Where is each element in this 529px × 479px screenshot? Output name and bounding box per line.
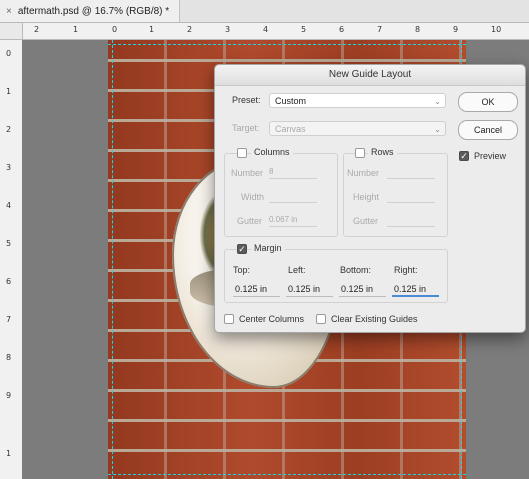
columns-label: Columns <box>251 147 293 157</box>
columns-width-field[interactable] <box>269 189 317 203</box>
rows-height-field[interactable] <box>387 189 435 203</box>
rows-gutter-label: Gutter <box>353 216 379 226</box>
ruler-origin[interactable] <box>0 23 23 40</box>
ruler-tick: 2 <box>187 25 193 34</box>
ruler-tick: 8 <box>6 353 12 362</box>
document-tab-bar: × aftermath.psd @ 16.7% (RGB/8) * <box>0 0 529 23</box>
columns-gutter-label: Gutter <box>237 216 263 226</box>
ruler-tick: 9 <box>453 25 459 34</box>
margin-top-label: Top: <box>233 265 251 275</box>
horizontal-ruler[interactable]: 2 1 0 1 2 3 4 5 6 7 8 9 10 <box>22 23 529 40</box>
ruler-tick: 0 <box>112 25 118 34</box>
ruler-tick: 6 <box>6 277 12 286</box>
chevron-down-icon: ⌄ <box>434 125 441 134</box>
ruler-tick: 8 <box>415 25 421 34</box>
ruler-tick: 2 <box>6 125 12 134</box>
ruler-tick: 2 <box>34 25 40 34</box>
new-guide-layout-dialog: New Guide Layout Preset: Custom ⌄ Target… <box>214 64 526 333</box>
center-columns-label: Center Columns <box>239 314 305 324</box>
margin-left-label: Left: <box>288 265 306 275</box>
ruler-tick: 9 <box>6 391 12 400</box>
target-label: Target: <box>232 123 260 133</box>
rows-height-label: Height <box>353 192 380 202</box>
clear-existing-guides-label: Clear Existing Guides <box>331 314 418 324</box>
ruler-tick: 4 <box>6 201 12 210</box>
columns-number-field[interactable]: 8 <box>269 165 317 179</box>
document-tab-title: aftermath.psd @ 16.7% (RGB/8) * <box>17 5 170 17</box>
ruler-tick: 1 <box>6 449 12 458</box>
ruler-tick: 6 <box>339 25 345 34</box>
margin-right-label: Right: <box>394 265 418 275</box>
ruler-tick: 7 <box>377 25 383 34</box>
target-value: Canvas <box>275 124 306 134</box>
dialog-title: New Guide Layout <box>215 65 525 86</box>
ruler-tick: 3 <box>225 25 231 34</box>
rows-number-field[interactable] <box>387 165 435 179</box>
preview-checkbox[interactable]: ✓ <box>459 151 469 161</box>
margin-top-field[interactable]: 0.125 in <box>233 281 280 297</box>
preview-label: Preview <box>474 151 507 161</box>
clear-existing-guides-checkbox[interactable] <box>316 314 326 324</box>
rows-label: Rows <box>368 147 397 157</box>
columns-checkbox[interactable] <box>237 148 247 158</box>
target-select[interactable]: Canvas ⌄ <box>269 121 446 136</box>
rows-number-label: Number <box>347 168 380 178</box>
margin-right-field[interactable]: 0.125 in <box>392 281 439 297</box>
rows-checkbox[interactable] <box>355 148 365 158</box>
margin-left-field[interactable]: 0.125 in <box>286 281 333 297</box>
ruler-tick: 5 <box>301 25 307 34</box>
ruler-tick: 10 <box>491 25 502 34</box>
margin-label: Margin <box>251 243 285 253</box>
margin-bottom-field[interactable]: 0.125 in <box>339 281 386 297</box>
ruler-tick: 5 <box>6 239 12 248</box>
ruler-tick: 3 <box>6 163 12 172</box>
columns-number-label: Number <box>231 168 264 178</box>
ruler-tick: 4 <box>263 25 269 34</box>
guide-line[interactable] <box>108 44 466 45</box>
ruler-tick: 1 <box>6 87 12 96</box>
preset-select[interactable]: Custom ⌄ <box>269 93 446 108</box>
ruler-tick: 7 <box>6 315 12 324</box>
guide-line[interactable] <box>108 474 466 475</box>
chevron-down-icon: ⌄ <box>434 97 441 106</box>
ruler-tick: 1 <box>149 25 155 34</box>
margin-checkbox[interactable]: ✓ <box>237 244 247 254</box>
columns-gutter-field[interactable]: 0.067 in <box>269 213 317 227</box>
margin-bottom-label: Bottom: <box>340 265 372 275</box>
rows-gutter-field[interactable] <box>387 213 435 227</box>
columns-width-label: Width <box>241 192 265 202</box>
guide-line[interactable] <box>112 40 113 479</box>
center-columns-checkbox[interactable] <box>224 314 234 324</box>
ruler-tick: 0 <box>6 49 12 58</box>
cancel-button[interactable]: Cancel <box>458 120 518 140</box>
document-tab[interactable]: × aftermath.psd @ 16.7% (RGB/8) * <box>0 0 181 22</box>
vertical-ruler[interactable]: 0 1 2 3 4 5 6 7 8 9 1 <box>0 23 23 479</box>
preset-label: Preset: <box>232 95 261 105</box>
close-tab-icon[interactable]: × <box>6 6 12 17</box>
ruler-tick: 1 <box>73 25 79 34</box>
ok-button[interactable]: OK <box>458 92 518 112</box>
preset-value: Custom <box>275 96 307 106</box>
